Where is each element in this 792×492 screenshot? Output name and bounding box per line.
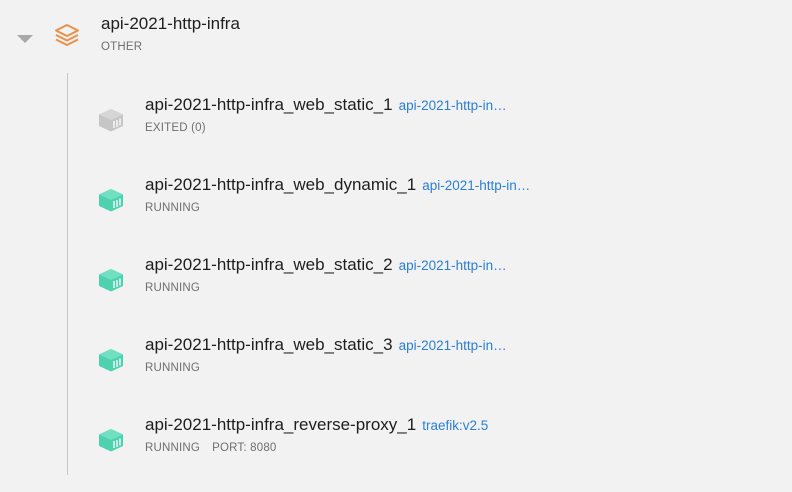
container-exited-icon (99, 109, 123, 132)
compose-stack: api-2021-http-infra OTHER api-2021-http-… (0, 0, 792, 492)
container-row[interactable]: api-2021-http-infra_web_static_3 api-2021… (90, 333, 780, 393)
image-link[interactable]: traefik:v2.5 (422, 418, 488, 433)
stack-header[interactable]: api-2021-http-infra OTHER (0, 0, 792, 70)
container-name: api-2021-http-infra_reverse-proxy_1 (145, 415, 417, 434)
container-row[interactable]: api-2021-http-infra_web_dynamic_1 api-202… (90, 173, 780, 233)
container-running-icon (99, 269, 123, 292)
stack-layers-icon (55, 24, 79, 46)
container-name: api-2021-http-infra_web_static_3 (145, 335, 393, 354)
container-name: api-2021-http-infra_web_dynamic_1 (145, 175, 417, 194)
container-running-icon (99, 429, 123, 452)
image-link[interactable]: api-2021-http-in… (422, 178, 530, 193)
container-row[interactable]: api-2021-http-infra_web_static_1 api-2021… (90, 93, 780, 153)
container-running-icon (99, 349, 123, 372)
status-label: RUNNING (145, 282, 201, 294)
image-link[interactable]: api-2021-http-in… (399, 98, 507, 113)
container-row[interactable]: api-2021-http-infra_web_static_2 api-2021… (90, 253, 780, 313)
image-link[interactable]: api-2021-http-in… (399, 258, 507, 273)
container-name: api-2021-http-infra_web_static_1 (145, 95, 393, 114)
port-label: PORT: 8080 (212, 442, 277, 454)
status-label: RUNNING (145, 442, 201, 454)
image-link[interactable]: api-2021-http-in… (399, 338, 507, 353)
stack-type-label: OTHER (101, 41, 143, 53)
chevron-down-icon[interactable] (17, 35, 33, 43)
stack-title: api-2021-http-infra (101, 14, 240, 33)
status-label: RUNNING (145, 202, 201, 214)
container-row[interactable]: api-2021-http-infra_reverse-proxy_1 traef… (90, 413, 780, 473)
tree-connector-line (67, 73, 68, 475)
container-name: api-2021-http-infra_web_static_2 (145, 255, 393, 274)
status-label: EXITED (0) (145, 122, 206, 134)
status-label: RUNNING (145, 362, 201, 374)
container-running-icon (99, 189, 123, 212)
